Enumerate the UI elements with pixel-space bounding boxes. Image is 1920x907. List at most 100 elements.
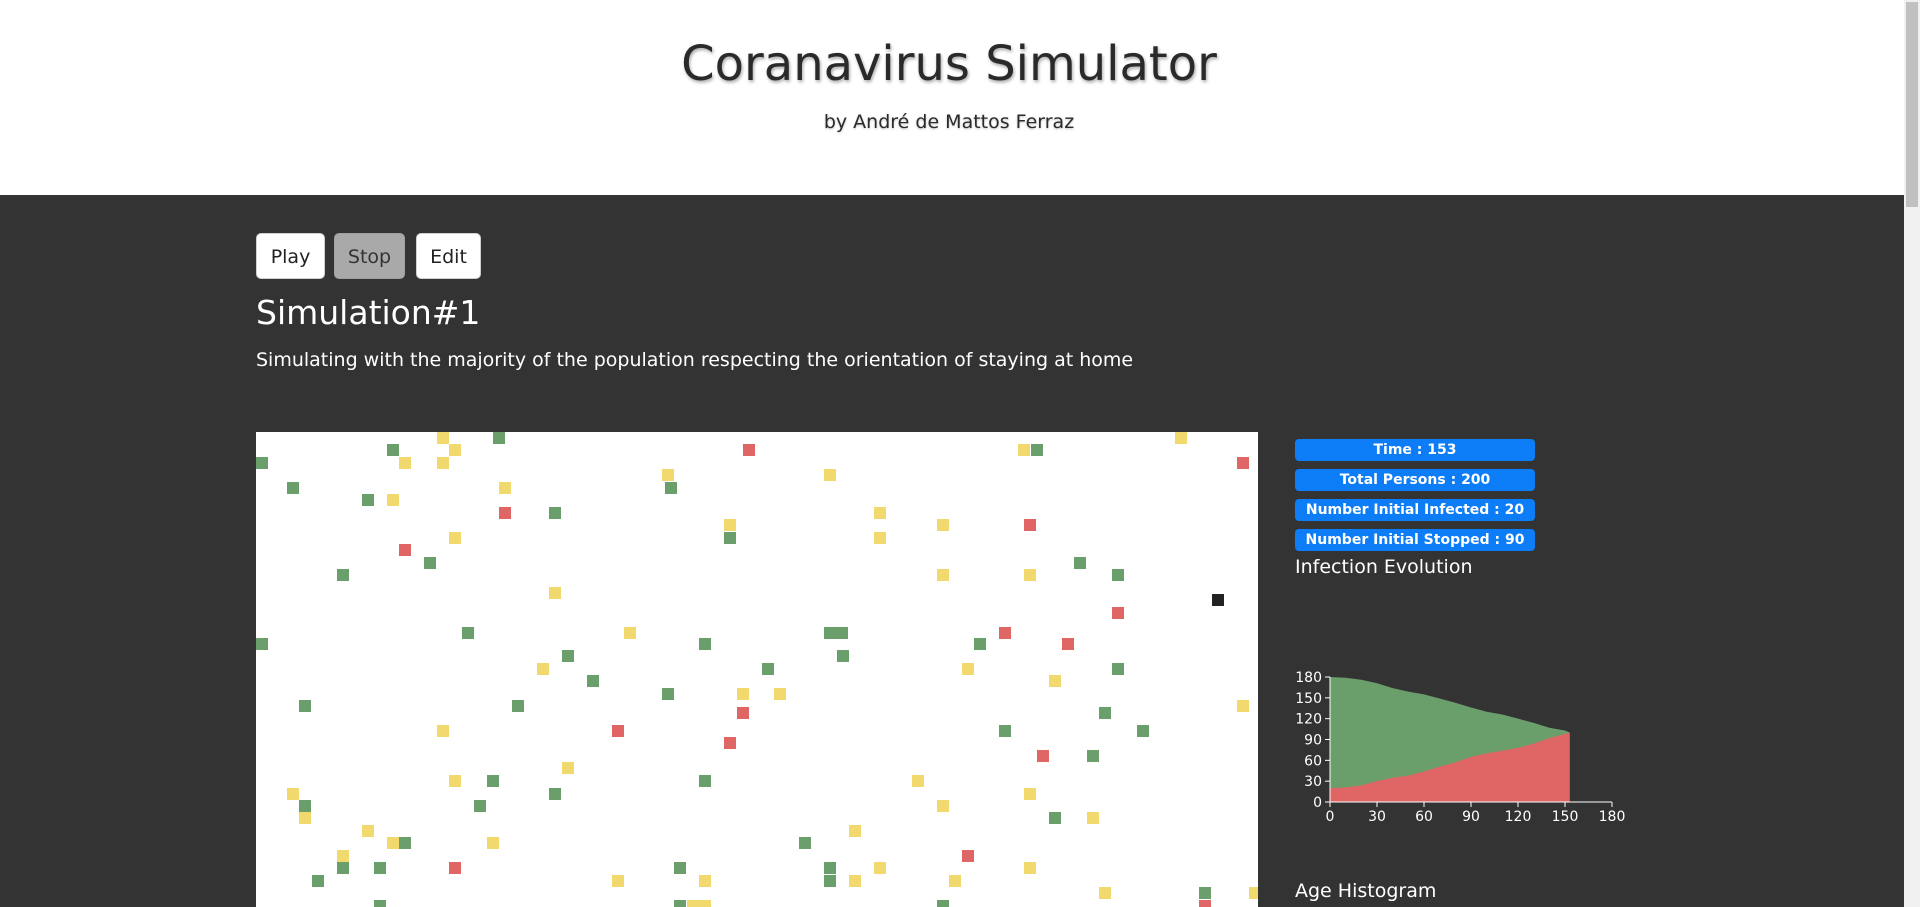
healthy-person-cell — [824, 875, 836, 887]
stopped-person-cell — [1024, 569, 1036, 581]
stopped-person-cell — [1087, 812, 1099, 824]
x-tick-label: 150 — [1552, 809, 1579, 825]
stopped-person-cell — [399, 457, 411, 469]
healthy-person-cell — [1199, 887, 1211, 899]
edit-button[interactable]: Edit — [416, 233, 481, 279]
stopped-person-cell — [1175, 432, 1187, 444]
stopped-person-cell — [287, 788, 299, 800]
healthy-person-cell — [399, 837, 411, 849]
stopped-person-cell — [449, 532, 461, 544]
healthy-person-cell — [549, 507, 561, 519]
stopped-person-cell — [337, 850, 349, 862]
stopped-person-cell — [699, 875, 711, 887]
infected-person-cell — [399, 544, 411, 556]
healthy-person-cell — [1112, 663, 1124, 675]
stopped-person-cell — [1237, 700, 1249, 712]
healthy-person-cell — [487, 775, 499, 787]
healthy-person-cell — [662, 688, 674, 700]
healthy-person-cell — [1031, 444, 1043, 456]
infected-person-cell — [1112, 607, 1124, 619]
x-tick-label: 0 — [1326, 809, 1335, 825]
simulation-title: Simulation#1 — [256, 293, 481, 332]
stopped-person-cell — [874, 532, 886, 544]
healthy-person-cell — [824, 627, 836, 639]
stopped-person-cell — [612, 875, 624, 887]
x-tick-label: 180 — [1599, 809, 1626, 825]
healthy-person-cell — [1049, 812, 1061, 824]
infected-person-cell — [1062, 638, 1074, 650]
stopped-person-cell — [487, 837, 499, 849]
healthy-person-cell — [1099, 707, 1111, 719]
stopped-person-cell — [299, 812, 311, 824]
scrollbar-thumb[interactable] — [1906, 2, 1918, 207]
healthy-person-cell — [562, 650, 574, 662]
stopped-person-cell — [499, 482, 511, 494]
healthy-person-cell — [824, 862, 836, 874]
healthy-person-cell — [674, 862, 686, 874]
stopped-person-cell — [1024, 862, 1036, 874]
infected-person-cell — [499, 507, 511, 519]
healthy-person-cell — [1112, 569, 1124, 581]
stopped-person-cell — [849, 825, 861, 837]
page-scrollbar[interactable] — [1904, 0, 1920, 907]
stopped-person-cell — [1099, 887, 1111, 899]
infected-person-cell — [724, 737, 736, 749]
stopped-person-cell — [1018, 444, 1030, 456]
stopped-person-cell — [437, 432, 449, 444]
infected-person-cell — [449, 862, 461, 874]
healthy-person-cell — [374, 862, 386, 874]
healthy-person-cell — [1087, 750, 1099, 762]
healthy-person-cell — [287, 482, 299, 494]
y-tick-label: 30 — [1304, 774, 1322, 790]
infected-person-cell — [1024, 519, 1036, 531]
stopped-person-cell — [874, 507, 886, 519]
healthy-person-cell — [549, 788, 561, 800]
y-tick-label: 180 — [1295, 670, 1322, 686]
healthy-person-cell — [937, 900, 949, 907]
stopped-person-cell — [449, 444, 461, 456]
healthy-person-cell — [256, 638, 268, 650]
infected-person-cell — [999, 627, 1011, 639]
stopped-person-cell — [662, 469, 674, 481]
stopped-person-cell — [962, 663, 974, 675]
healthy-person-cell — [374, 900, 386, 907]
healthy-person-cell — [837, 650, 849, 662]
stopped-person-cell — [449, 775, 461, 787]
stopped-person-cell — [949, 875, 961, 887]
infected-person-cell — [1199, 900, 1211, 907]
total-persons-badge: Total Persons : 200 — [1295, 469, 1535, 491]
page-header: Coranavirus Simulator by André de Mattos… — [0, 0, 1904, 195]
healthy-person-cell — [493, 432, 505, 444]
simulation-description: Simulating with the majority of the popu… — [256, 349, 1134, 371]
x-tick-label: 90 — [1462, 809, 1480, 825]
healthy-person-cell — [724, 532, 736, 544]
stopped-person-cell — [387, 837, 399, 849]
play-button[interactable]: Play — [256, 233, 325, 279]
page-subtitle: by André de Mattos Ferraz — [823, 111, 1075, 133]
stopped-person-cell — [1249, 887, 1258, 899]
y-tick-label: 60 — [1304, 753, 1322, 769]
healthy-person-cell — [362, 494, 374, 506]
healthy-person-cell — [836, 627, 848, 639]
healthy-person-cell — [762, 663, 774, 675]
time-badge: Time : 153 — [1295, 439, 1535, 461]
healthy-person-cell — [1074, 557, 1086, 569]
stopped-person-cell — [874, 862, 886, 874]
stopped-person-cell — [937, 519, 949, 531]
healthy-person-cell — [256, 457, 268, 469]
stopped-person-cell — [937, 800, 949, 812]
stopped-person-cell — [824, 469, 836, 481]
infected-person-cell — [962, 850, 974, 862]
stopped-person-cell — [624, 627, 636, 639]
x-tick-label: 120 — [1505, 809, 1532, 825]
infected-person-cell — [1037, 750, 1049, 762]
infected-person-cell — [743, 444, 755, 456]
stopped-person-cell — [437, 725, 449, 737]
healthy-person-cell — [337, 862, 349, 874]
healthy-person-cell — [462, 627, 474, 639]
stopped-person-cell — [562, 762, 574, 774]
healthy-person-cell — [299, 700, 311, 712]
stop-button[interactable]: Stop — [334, 233, 405, 279]
healthy-person-cell — [999, 725, 1011, 737]
y-tick-label: 90 — [1304, 733, 1322, 749]
